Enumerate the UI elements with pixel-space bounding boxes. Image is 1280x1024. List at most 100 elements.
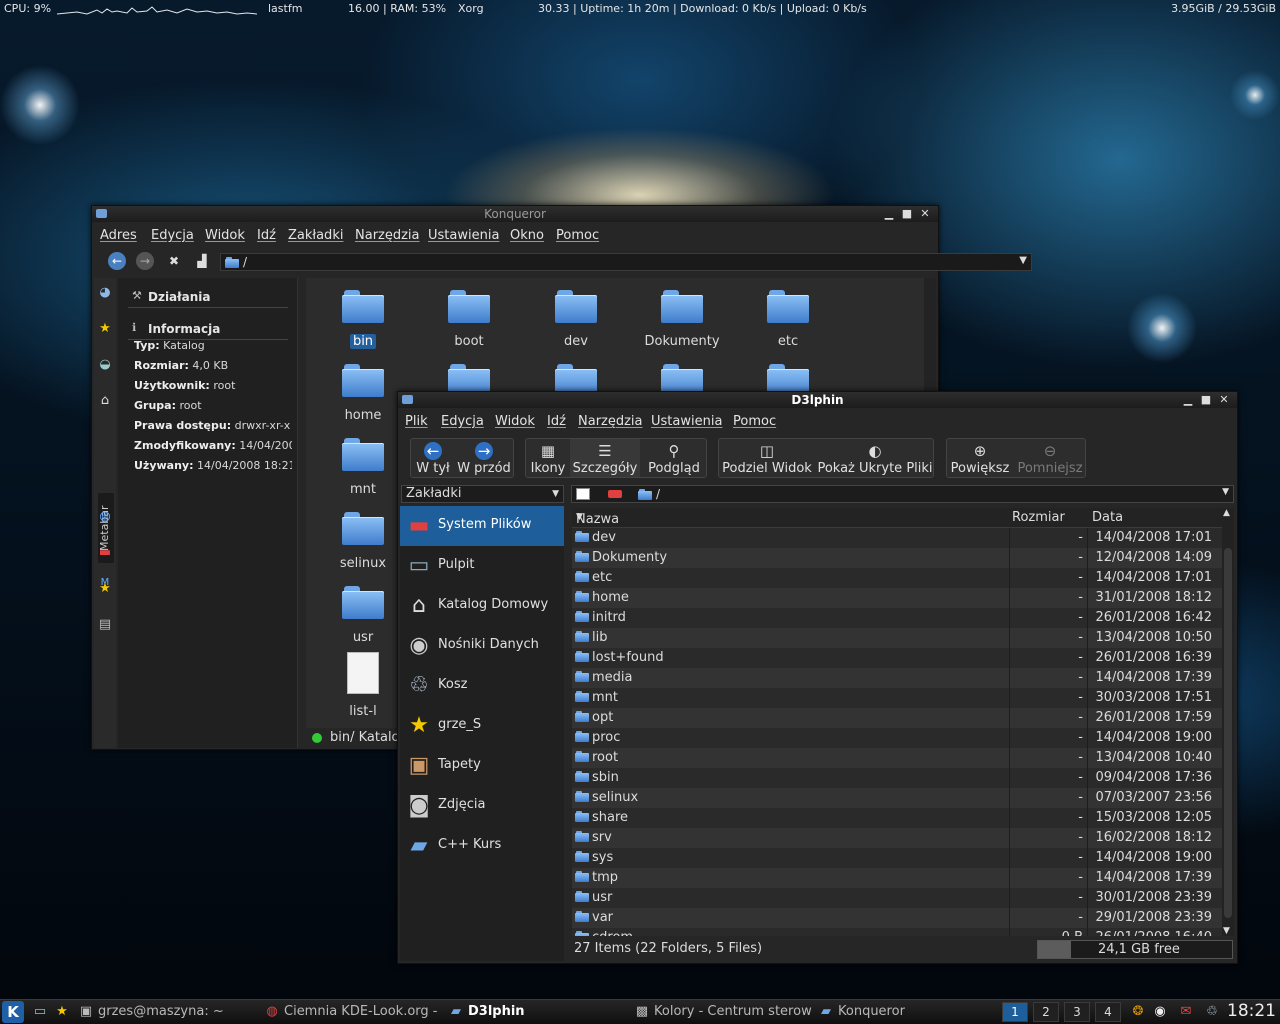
menu-zakladki[interactable]: Zakładki [288,228,343,243]
tray-mail-icon[interactable]: ✉ [1178,1004,1194,1020]
menu-idz[interactable]: Idź [547,414,566,429]
star-icon[interactable]: ★ [54,1004,70,1020]
desktop-1[interactable]: 1 [1002,1002,1028,1022]
menu-ustawienia[interactable]: Ustawienia [651,414,722,429]
bookmark-star-icon[interactable]: ★ [98,582,112,596]
close-icon[interactable]: ✕ [1215,392,1233,408]
hdd-icon[interactable]: ▬ [98,546,112,560]
actions-panel[interactable]: ⚒ Działania [128,288,288,308]
menu-idz[interactable]: Idź [257,228,276,243]
chevron-down-icon[interactable]: ▼ [1222,487,1229,497]
maximize-icon[interactable]: ■ [1197,392,1215,408]
table-row[interactable]: share -15/03/2008 12:05 [572,808,1222,828]
desktop-4[interactable]: 4 [1095,1002,1121,1022]
home-icon[interactable]: ⌂ [98,394,112,408]
maximize-icon[interactable]: ■ [898,206,916,222]
table-row[interactable]: etc -14/04/2008 17:01 [572,568,1222,588]
scroll-down-icon[interactable]: ▼ [1223,926,1230,936]
hdd-icon[interactable] [608,490,622,498]
menu-widok[interactable]: Widok [495,414,535,429]
table-row[interactable]: sys -14/04/2008 19:00 [572,848,1222,868]
zoom-out-button[interactable]: ⊖ Pomniejsz [1015,439,1085,477]
table-row[interactable]: usr -30/01/2008 23:39 [572,888,1222,908]
terminal-icon[interactable]: ▣ [78,1004,94,1020]
icon-home[interactable]: home [318,362,408,423]
minimize-icon[interactable]: ▁ [1179,392,1197,408]
icon-list-l[interactable]: list-l [318,652,408,719]
place-item[interactable]: ▭ Pulpit [400,546,564,586]
place-item[interactable]: ▬ System Plików [400,506,564,546]
task-terminal[interactable]: grzes@maszyna: ~ [98,1004,238,1019]
place-item[interactable]: ⌂ Katalog Domowy [400,586,564,626]
kde-menu-button[interactable]: K [2,1001,24,1023]
icon-usr[interactable]: usr [318,584,408,645]
control-center-icon[interactable]: ▩ [634,1004,650,1020]
table-row[interactable]: var -29/01/2008 23:39 [572,908,1222,928]
scroll-up-icon[interactable]: ▲ [1223,508,1230,518]
url-navigator[interactable]: / ▼ [571,485,1234,503]
table-row[interactable]: tmp -14/04/2008 17:39 [572,868,1222,888]
computer-icon[interactable]: ▤ [98,618,112,632]
location-icon[interactable]: ▟ [194,253,210,269]
column-date-header[interactable]: Data [1092,510,1123,525]
icon-mnt[interactable]: mnt [318,436,408,497]
editable-location-icon[interactable] [576,488,590,500]
desktop-2[interactable]: 2 [1033,1002,1059,1022]
chevron-down-icon[interactable]: ▼ [1019,255,1027,266]
table-row[interactable]: lib -13/04/2008 10:50 [572,628,1222,648]
show-hidden-button[interactable]: ◐ Pokaż Ukryte Pliki [817,439,933,477]
place-item[interactable]: ◙ Zdjęcia [400,786,564,826]
place-item[interactable]: ▰ C++ Kurs [400,826,564,866]
actions-header[interactable]: Działania [148,290,210,304]
task-dolphin[interactable]: D3lphin [468,1004,618,1019]
menu-pomoc[interactable]: Pomoc [556,228,599,243]
icons-view-button[interactable]: ▦ Ikony [528,439,568,477]
back-icon[interactable]: ← [108,252,126,270]
column-size-header[interactable]: Rozmiar [1012,510,1065,525]
menu-edycja[interactable]: Edycja [151,228,194,243]
table-row[interactable]: initrd -26/01/2008 16:42 [572,608,1222,628]
tray-amarok-icon[interactable]: ❂ [1130,1004,1146,1020]
place-item[interactable]: ◉ Nośniki Danych [400,626,564,666]
menu-ustawienia[interactable]: Ustawienia [428,228,499,243]
globe-icon[interactable]: ◕ [98,286,112,300]
details-scrollbar[interactable]: ▲ ▼ [1222,508,1234,936]
minimize-icon[interactable]: ▁ [880,206,898,222]
dolphin-window[interactable]: D3lphin ▁ ■ ✕ Plik Edycja Widok Idź Narzęd… [397,391,1238,964]
scrollbar-thumb[interactable] [1224,548,1232,918]
chevron-down-icon[interactable]: ▼ [552,486,559,502]
menu-narzedzia[interactable]: Narzędzia [355,228,420,243]
details-view-button[interactable]: ☰ Szczegóły [570,439,640,477]
table-row[interactable]: media -14/04/2008 17:39 [572,668,1222,688]
table-row[interactable]: sbin -09/04/2008 17:36 [572,768,1222,788]
folder-icon[interactable]: ▰ [818,1004,834,1020]
icon-etc[interactable]: etc [743,288,833,349]
icon-boot[interactable]: boot [424,288,514,349]
browser-icon[interactable]: ◍ [264,1004,280,1020]
icon-selinux[interactable]: selinux [318,510,408,571]
menu-edycja[interactable]: Edycja [441,414,484,429]
konqueror-app-icon[interactable] [96,209,107,218]
table-row[interactable]: Dokumenty -12/04/2008 14:09 [572,548,1222,568]
table-row[interactable]: root -13/04/2008 10:40 [572,748,1222,768]
task-browser[interactable]: Ciemnia KDE-Look.org - O [284,1004,440,1019]
table-row[interactable]: dev -14/04/2008 17:01 [572,528,1222,548]
menu-widok[interactable]: Widok [205,228,245,243]
task-control-center[interactable]: Kolory - Centrum sterowania [654,1004,812,1019]
folder-icon[interactable]: ▰ [448,1004,464,1020]
location-text[interactable]: / [243,255,247,269]
clear-url-icon[interactable]: ✖ [166,253,182,269]
close-icon[interactable]: ✕ [916,206,934,222]
place-item[interactable]: ▣ Tapety [400,746,564,786]
table-row[interactable]: selinux -07/03/2007 23:56 [572,788,1222,808]
table-row[interactable]: lost+found -26/01/2008 16:39 [572,648,1222,668]
menu-narzedzia[interactable]: Narzędzia [578,414,643,429]
location-bar[interactable]: / ▼ [220,253,1032,271]
table-row[interactable]: proc -14/04/2008 19:00 [572,728,1222,748]
konqueror-titlebar[interactable]: Konqueror ▁ ■ ✕ [92,206,938,222]
back-button[interactable]: ← W tył [413,439,453,477]
table-row[interactable]: opt -26/01/2008 17:59 [572,708,1222,728]
info-header[interactable]: Informacja [148,322,220,336]
menu-okno[interactable]: Okno [510,228,544,243]
tray-trash-icon[interactable]: ♲ [1204,1004,1220,1020]
